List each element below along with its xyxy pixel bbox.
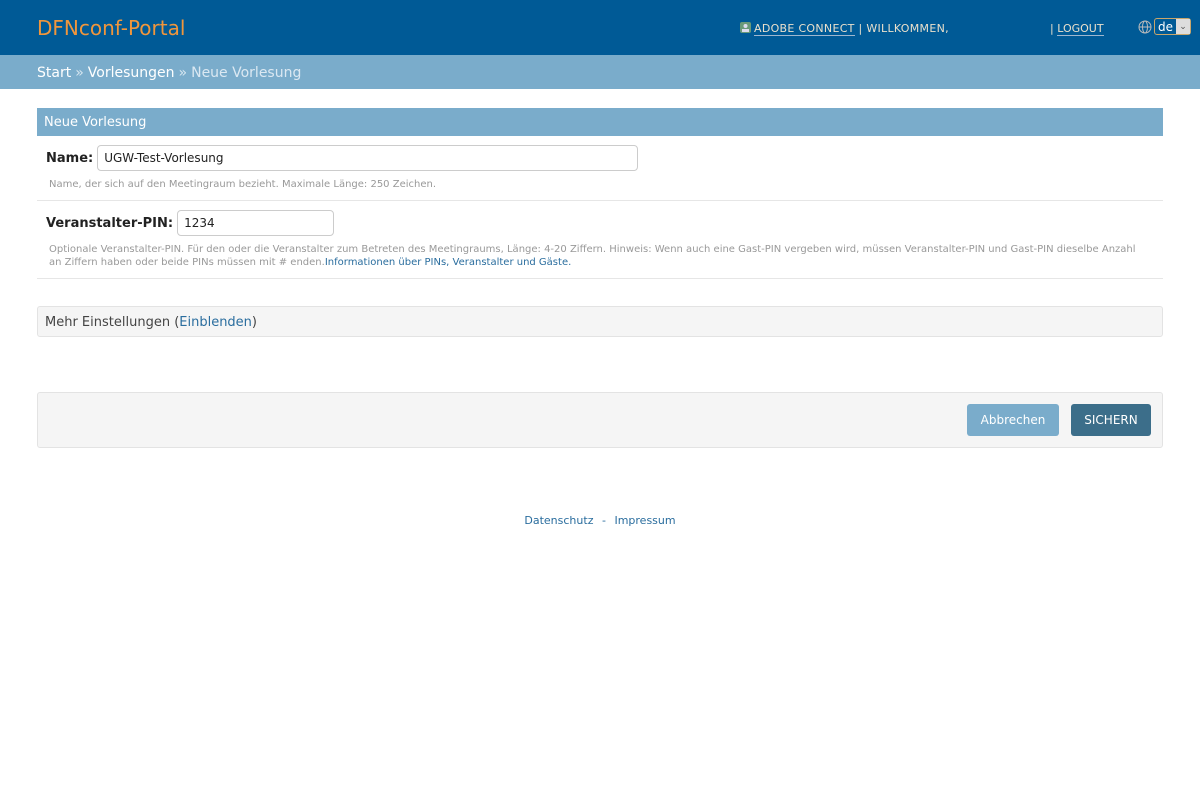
adobe-connect-link[interactable]: ADOBE CONNECT	[754, 22, 855, 36]
name-help: Name, der sich auf den Meetingraum bezie…	[49, 179, 437, 190]
footer: Datenschutz - Impressum	[0, 514, 1200, 527]
footer-separator: -	[601, 514, 606, 527]
pin-field-group: Veranstalter-PIN: Optionale Veranstalter…	[37, 201, 1163, 279]
pin-help-text: Optionale Veranstalter-PIN. Für den oder…	[49, 244, 1136, 268]
top-nav: ADOBE CONNECT | WILLKOMMEN,	[740, 22, 949, 36]
breadcrumb-separator: »	[178, 65, 188, 81]
breadcrumb-separator: »	[75, 65, 84, 81]
language-select[interactable]: de ⌄	[1154, 18, 1191, 35]
language-value: de	[1158, 19, 1173, 34]
name-field-group: Name: Name, der sich auf den Meetingraum…	[37, 136, 1163, 201]
breadcrumb: Start» Vorlesungen» Neue Vorlesung	[0, 55, 1200, 89]
name-input[interactable]	[97, 145, 639, 171]
save-button[interactable]: SICHERN	[1071, 404, 1151, 436]
form-actions: Abbrechen SICHERN	[37, 392, 1163, 448]
pin-info-link[interactable]: Informationen über PINs, Veranstalter un…	[325, 257, 571, 268]
language-switcher: de ⌄	[1138, 18, 1191, 35]
form-title: Neue Vorlesung	[37, 108, 1163, 136]
imprint-link[interactable]: Impressum	[614, 514, 675, 527]
pin-help: Optionale Veranstalter-PIN. Für den oder…	[49, 243, 1151, 269]
separator: |	[1050, 22, 1054, 35]
more-settings: Mehr Einstellungen (Einblenden)	[37, 306, 1163, 337]
breadcrumb-start[interactable]: Start	[37, 65, 71, 81]
pin-input[interactable]	[177, 210, 335, 236]
privacy-link[interactable]: Datenschutz	[524, 514, 593, 527]
more-settings-label: Mehr Einstellungen (	[45, 315, 180, 330]
show-more-link[interactable]: Einblenden	[179, 315, 252, 330]
globe-icon	[1138, 20, 1152, 33]
logout-link[interactable]: LOGOUT	[1057, 22, 1104, 36]
logo[interactable]: DFNconf-Portal	[37, 16, 185, 40]
more-settings-close: )	[251, 315, 257, 330]
pin-label: Veranstalter-PIN:	[46, 216, 174, 231]
adobe-connect-icon	[740, 22, 751, 33]
cancel-button[interactable]: Abbrechen	[967, 404, 1059, 436]
header: DFNconf-Portal ADOBE CONNECT | WILLKOMME…	[0, 0, 1200, 55]
separator: |	[858, 22, 863, 35]
breadcrumb-vorlesungen[interactable]: Vorlesungen	[88, 65, 175, 81]
chevron-down-icon: ⌄	[1176, 19, 1190, 34]
name-label: Name:	[46, 151, 94, 166]
breadcrumb-current: Neue Vorlesung	[191, 65, 302, 81]
welcome-text: WILLKOMMEN,	[866, 22, 949, 35]
logout-area: | LOGOUT	[1050, 22, 1104, 36]
